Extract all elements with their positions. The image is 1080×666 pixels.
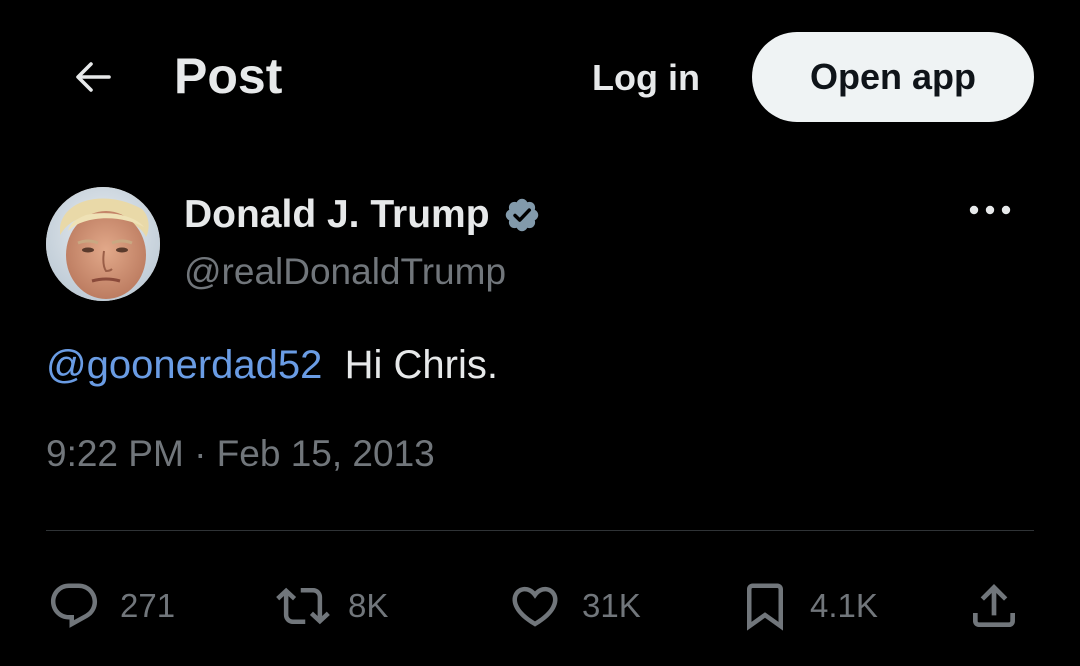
- more-dots-icon: [969, 205, 1011, 215]
- author-display-name[interactable]: Donald J. Trump: [184, 192, 490, 238]
- heart-icon: [512, 586, 558, 627]
- back-button[interactable]: [70, 54, 116, 100]
- mention-link[interactable]: @goonerdad52: [46, 343, 322, 387]
- divider: [46, 530, 1034, 531]
- bookmark-icon: [747, 583, 783, 631]
- bookmark-button[interactable]: 4.1K: [738, 578, 878, 634]
- share-button[interactable]: [966, 578, 1022, 634]
- tweet-message: Hi Chris.: [344, 343, 498, 387]
- avatar-portrait: [46, 187, 160, 301]
- page-title: Post: [174, 48, 283, 104]
- bookmark-count: 4.1K: [810, 587, 878, 624]
- top-bar: Post Log in Open app: [0, 0, 1080, 152]
- arrow-left-icon: [76, 62, 111, 92]
- reply-count: 271: [120, 587, 176, 624]
- tweet-text: @goonerdad52 Hi Chris.: [46, 341, 498, 389]
- share-icon: [973, 584, 1015, 627]
- author-handle[interactable]: @realDonaldTrump: [184, 250, 506, 294]
- author-name-row[interactable]: Donald J. Trump: [184, 192, 542, 238]
- reply-button[interactable]: 271: [46, 578, 175, 634]
- repost-button[interactable]: 8K: [272, 578, 388, 634]
- avatar[interactable]: [46, 187, 160, 301]
- reply-bubble-icon: [50, 583, 98, 628]
- login-link[interactable]: Log in: [592, 57, 700, 99]
- open-app-button[interactable]: Open app: [752, 32, 1034, 122]
- repost-count: 8K: [348, 587, 389, 624]
- tweet-timestamp[interactable]: 9:22 PM · Feb 15, 2013: [46, 432, 435, 476]
- repost-icon: [276, 587, 330, 625]
- like-count: 31K: [582, 587, 641, 624]
- like-button[interactable]: 31K: [506, 578, 641, 634]
- tweet-body: [334, 343, 345, 387]
- more-options-button[interactable]: [962, 192, 1018, 228]
- verified-badge-icon: [502, 195, 542, 235]
